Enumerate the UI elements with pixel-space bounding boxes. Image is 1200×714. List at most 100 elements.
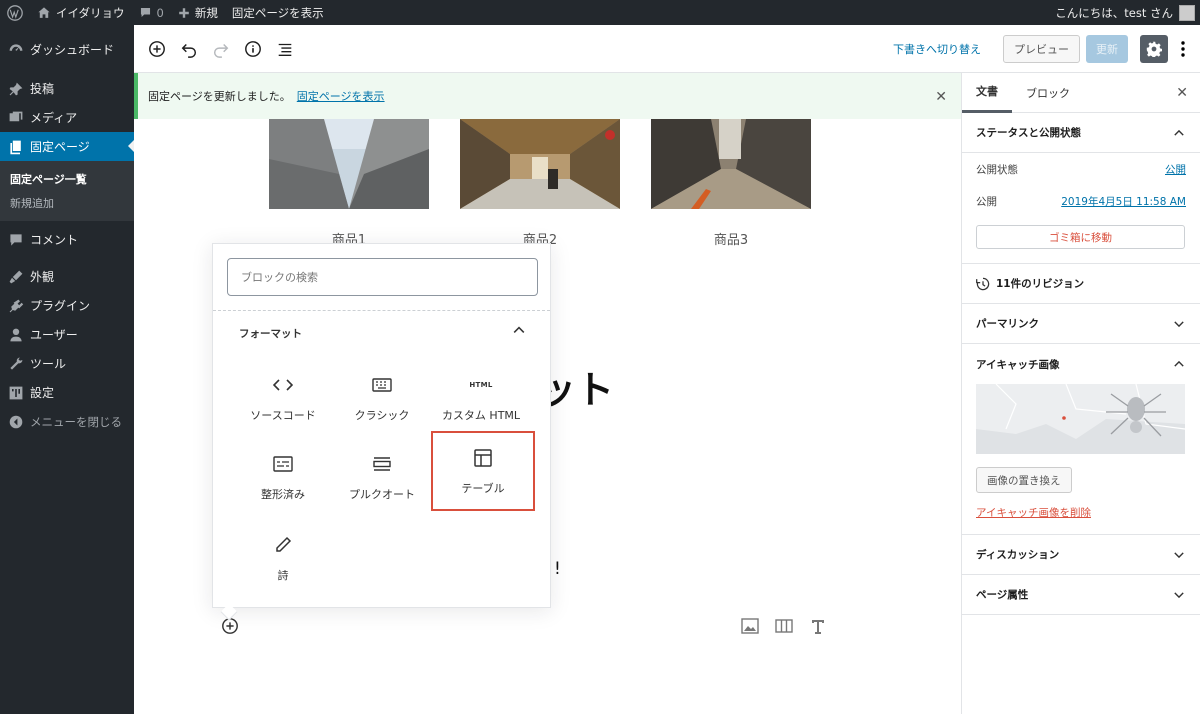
history-icon bbox=[976, 277, 990, 290]
add-block-button[interactable] bbox=[142, 34, 172, 64]
menu-plugins[interactable]: プラグイン bbox=[0, 291, 134, 320]
pin-icon bbox=[8, 81, 24, 97]
page-attributes-panel-toggle[interactable]: ページ属性 bbox=[962, 575, 1200, 615]
chevron-down-icon bbox=[1174, 591, 1184, 598]
more-menu-button[interactable] bbox=[1176, 35, 1190, 63]
wordpress-logo-icon[interactable] bbox=[0, 0, 30, 25]
admin-bar: イイダリョウ 0 新規 固定ページを表示 こんにちは、test さん bbox=[0, 0, 1200, 25]
block-label: カスタム HTML bbox=[441, 409, 521, 422]
discussion-panel-toggle[interactable]: ディスカッション bbox=[962, 535, 1200, 575]
status-panel-body: 公開状態 公開 公開 2019年4月5日 11:58 AM ゴミ箱に移動 bbox=[962, 153, 1200, 264]
user-icon bbox=[8, 327, 24, 343]
view-page-link[interactable]: 固定ページを表示 bbox=[225, 0, 331, 25]
menu-settings[interactable]: 設定 bbox=[0, 378, 134, 407]
block-classic[interactable]: クラシック bbox=[332, 359, 432, 437]
menu-pages[interactable]: 固定ページ bbox=[0, 132, 135, 161]
publish-date-link[interactable]: 2019年4月5日 11:58 AM bbox=[1061, 194, 1186, 209]
visibility-row: 公開状態 公開 bbox=[976, 153, 1186, 185]
image-icon[interactable] bbox=[740, 617, 760, 635]
update-button[interactable]: 更新 bbox=[1086, 34, 1128, 63]
block-source-code[interactable]: ソースコード bbox=[233, 359, 333, 437]
inserter-divider bbox=[213, 310, 550, 311]
menu-dashboard[interactable]: ダッシュボード bbox=[0, 35, 134, 64]
undo-icon bbox=[181, 43, 197, 58]
panel-title: アイキャッチ画像 bbox=[976, 358, 1060, 371]
paragraph-block[interactable]: ! bbox=[554, 559, 561, 579]
remove-featured-image-link[interactable]: アイキャッチ画像を削除 bbox=[976, 505, 1186, 520]
block-navigation-button[interactable] bbox=[270, 34, 300, 64]
replace-image-button[interactable]: 画像の置き換え bbox=[976, 467, 1072, 493]
tab-document[interactable]: 文書 bbox=[962, 73, 1012, 113]
panel-title: ディスカッション bbox=[976, 549, 1060, 561]
site-name-link[interactable]: イイダリョウ bbox=[30, 0, 132, 25]
gallery-caption-3[interactable]: 商品3 bbox=[651, 229, 811, 248]
info-icon bbox=[245, 40, 261, 57]
add-block-inline-icon[interactable] bbox=[221, 617, 239, 635]
revisions-link[interactable]: 11件のリビジョン bbox=[962, 264, 1200, 304]
settings-sidebar: 文書 ブロック ✕ ステータスと公開状態 公開状態 公開 公開 2019年4月5… bbox=[961, 73, 1200, 714]
menu-label: メディア bbox=[30, 111, 78, 125]
menu-label: ダッシュボード bbox=[30, 43, 115, 57]
block-label: クラシック bbox=[354, 409, 410, 422]
menu-tools[interactable]: ツール bbox=[0, 349, 134, 378]
permalink-panel-toggle[interactable]: パーマリンク bbox=[962, 304, 1200, 344]
redo-button[interactable] bbox=[206, 34, 236, 64]
columns-icon[interactable] bbox=[774, 617, 794, 635]
menu-appearance[interactable]: 外観 bbox=[0, 262, 134, 291]
move-to-trash-button[interactable]: ゴミ箱に移動 bbox=[976, 225, 1185, 249]
submenu-add-new[interactable]: 新規追加 bbox=[0, 191, 134, 215]
block-search-input[interactable]: ブロックの検索 bbox=[227, 258, 538, 296]
block-table[interactable]: テーブル bbox=[431, 431, 535, 511]
menu-comments[interactable]: コメント bbox=[0, 225, 134, 254]
update-notice: 固定ページを更新しました。 固定ページを表示 ✕ bbox=[134, 73, 961, 119]
preformatted-icon bbox=[273, 452, 293, 476]
visibility-link[interactable]: 公開 bbox=[1165, 162, 1186, 177]
dashboard-icon bbox=[8, 42, 24, 58]
plus-icon bbox=[179, 7, 189, 18]
text-icon[interactable] bbox=[808, 617, 828, 635]
code-icon bbox=[273, 373, 293, 397]
admin-sidebar: ダッシュボード 投稿 メディア 固定ページ 固定ページ一覧 新規追加 コメント … bbox=[0, 25, 135, 714]
avatar[interactable] bbox=[1179, 4, 1195, 21]
block-verse[interactable]: 詩 bbox=[233, 519, 333, 597]
menu-media[interactable]: メディア bbox=[0, 103, 134, 132]
greeting[interactable]: こんにちは、test さん bbox=[1055, 5, 1173, 21]
submenu-all-pages[interactable]: 固定ページ一覧 bbox=[0, 167, 134, 191]
menu-users[interactable]: ユーザー bbox=[0, 320, 134, 349]
panel-title: パーマリンク bbox=[976, 318, 1039, 330]
menu-posts[interactable]: 投稿 bbox=[0, 74, 134, 103]
close-icon[interactable]: ✕ bbox=[935, 89, 947, 105]
comments-link[interactable]: 0 bbox=[132, 0, 171, 25]
featured-image-thumbnail[interactable] bbox=[976, 383, 1186, 454]
pencil-icon bbox=[274, 533, 292, 557]
tab-block[interactable]: ブロック bbox=[1012, 73, 1084, 113]
collapse-arrow-icon bbox=[8, 414, 24, 430]
pullquote-icon bbox=[372, 452, 392, 476]
notice-message: 固定ページを更新しました。 bbox=[148, 90, 291, 103]
collapse-menu-button[interactable]: メニューを閉じる bbox=[0, 407, 134, 436]
featured-image-panel-toggle[interactable]: アイキャッチ画像 bbox=[962, 344, 1200, 384]
panel-title: ステータスと公開状態 bbox=[976, 127, 1081, 139]
gallery-image-3[interactable] bbox=[651, 119, 811, 209]
block-inserter-popover: ブロックの検索 フォーマット ソースコード クラシック HTML カスタム HT… bbox=[212, 243, 551, 621]
block-custom-html[interactable]: HTML カスタム HTML bbox=[431, 359, 531, 437]
status-panel-toggle[interactable]: ステータスと公開状態 bbox=[962, 113, 1200, 153]
new-content-link[interactable]: 新規 bbox=[171, 0, 225, 25]
info-button[interactable] bbox=[238, 34, 268, 64]
notice-view-page-link[interactable]: 固定ページを表示 bbox=[297, 88, 385, 104]
chevron-up-icon[interactable] bbox=[511, 322, 527, 338]
publish-label: 公開 bbox=[976, 195, 997, 208]
block-preformatted[interactable]: 整形済み bbox=[233, 438, 333, 516]
gallery-image-2[interactable] bbox=[460, 119, 620, 209]
settings-toggle-button[interactable] bbox=[1140, 34, 1168, 63]
preview-button[interactable]: プレビュー bbox=[1003, 34, 1080, 63]
table-icon bbox=[474, 446, 492, 470]
switch-to-draft-button[interactable]: 下書きへ切り替え bbox=[893, 41, 981, 57]
menu-label: ツール bbox=[30, 357, 67, 371]
gallery-image-1[interactable] bbox=[269, 119, 429, 209]
close-icon[interactable]: ✕ bbox=[1176, 85, 1188, 101]
formatting-panel-title[interactable]: フォーマット bbox=[239, 326, 302, 341]
undo-button[interactable] bbox=[174, 34, 204, 64]
block-pullquote[interactable]: プルクオート bbox=[332, 438, 432, 516]
media-icon bbox=[8, 110, 24, 126]
